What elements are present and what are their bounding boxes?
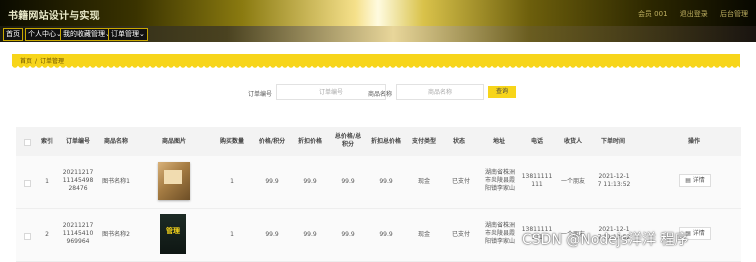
th-order-time: 下单时间 xyxy=(600,138,625,145)
logout-link[interactable]: 退出登录 xyxy=(680,10,708,18)
user-label[interactable]: 会员 001 xyxy=(638,10,668,18)
table-header: 索引 订单编号 商品名称 商品图片 购买数量 价格/积分 折扣价格 总价格/总积… xyxy=(16,127,741,156)
th-receiver: 收货人 xyxy=(563,138,582,145)
watermark-text: CSDN @Nodejs洋洋 程序 xyxy=(522,232,689,248)
nav-orders-label: 订单管理 xyxy=(111,30,139,38)
phone-line: 111 xyxy=(531,181,543,188)
product-name-input[interactable]: 商品名称 xyxy=(396,84,484,100)
nav-favorites[interactable]: 我的收藏管理⌄ xyxy=(60,28,114,41)
select-all-checkbox[interactable] xyxy=(24,139,31,146)
cell-address: 湖南省株洲 市炎陵县霞 阳镇李家山 xyxy=(480,169,520,193)
nav-personal-center[interactable]: 个人中心⌄ xyxy=(25,28,65,41)
th-quantity: 购买数量 xyxy=(219,138,244,145)
cell-product-name: 图书名称2 xyxy=(102,231,130,238)
order-no-line: 28476 xyxy=(68,185,88,192)
cell-total: 99.9 xyxy=(341,178,355,185)
cell-order-time: 2021-12-1 7 11:13:52 xyxy=(596,173,632,189)
order-no-line: 11145410 xyxy=(62,230,94,237)
th-discount-total: 折扣总价格 xyxy=(370,138,401,145)
document-icon: ▤ xyxy=(685,177,693,184)
cell-price: 99.9 xyxy=(265,178,279,185)
cell-discount-total: 99.9 xyxy=(379,178,393,185)
nav-home[interactable]: 首页 xyxy=(3,28,23,41)
site-title: 书籍网站设计与实现 xyxy=(8,11,100,22)
table-row: 1 20211217 11145498 28476 图书名称1 1 99.9 9… xyxy=(16,156,741,209)
address-line: 市炎陵县霞 xyxy=(484,230,515,237)
main-nav: 首页 个人中心⌄ 我的收藏管理⌄ 订单管理⌄ xyxy=(0,26,756,42)
address-line: 阳镇李家山 xyxy=(484,185,515,192)
detail-button-label: 详情 xyxy=(692,177,705,184)
admin-link[interactable]: 后台管理 xyxy=(720,10,748,18)
th-status: 状态 xyxy=(452,138,465,145)
cell-discount-price: 99.9 xyxy=(303,178,317,185)
cell-quantity: 1 xyxy=(230,178,234,185)
th-index: 索引 xyxy=(40,138,53,145)
cell-status: 已支付 xyxy=(451,231,470,238)
product-cover-image: 管理 xyxy=(160,214,186,254)
cell-payment-type: 现金 xyxy=(417,231,430,238)
detail-button-label: 详情 xyxy=(692,230,705,237)
cell-discount-price: 99.9 xyxy=(303,231,317,238)
th-order-no: 订单编号 xyxy=(65,138,90,145)
breadcrumb-home[interactable]: 首页 xyxy=(20,58,32,65)
time-line: 2021-12-1 xyxy=(598,173,630,180)
cell-status: 已支付 xyxy=(451,178,470,185)
cell-quantity: 1 xyxy=(230,231,234,238)
cell-discount-total: 99.9 xyxy=(379,231,393,238)
row-checkbox[interactable] xyxy=(24,233,31,240)
breadcrumb-separator: / xyxy=(35,58,38,65)
address-line: 市炎陵县霞 xyxy=(484,177,515,184)
cell-order-no: 20211217 11145498 28476 xyxy=(60,169,96,193)
product-name-label: 商品名称 xyxy=(368,91,393,98)
th-total: 总价格/总积分 xyxy=(334,133,362,148)
cell-address: 湖南省株洲 市炎陵县霞 阳镇李家山 xyxy=(480,222,520,246)
order-no-line: 11145498 xyxy=(62,177,94,184)
detail-button[interactable]: ▤ 详情 xyxy=(679,174,711,187)
address-line: 阳镇李家山 xyxy=(484,238,515,245)
top-links: 会员 001 退出登录 后台管理 xyxy=(628,9,748,19)
nav-orders[interactable]: 订单管理⌄ xyxy=(108,28,148,41)
phone-line: 13811111 xyxy=(521,173,553,180)
time-line: 7 11:13:52 xyxy=(597,181,631,188)
cell-receiver: 一个朋友 xyxy=(560,178,585,185)
th-payment-type: 支付类型 xyxy=(411,138,436,145)
th-price: 价格/积分 xyxy=(258,138,286,145)
cell-index: 1 xyxy=(45,178,49,185)
cell-index: 2 xyxy=(45,231,49,238)
order-no-line: 969964 xyxy=(66,238,90,245)
cell-payment-type: 现金 xyxy=(417,178,430,185)
breadcrumb-current: 订单管理 xyxy=(40,58,65,65)
query-button[interactable]: 查询 xyxy=(488,86,516,98)
nav-personal-center-label: 个人中心 xyxy=(28,30,56,38)
cell-order-no: 20211217 11145410 969964 xyxy=(60,222,96,246)
nav-favorites-label: 我的收藏管理 xyxy=(63,30,105,38)
product-cover-image xyxy=(158,162,190,200)
th-phone: 电话 xyxy=(530,138,543,145)
cell-product-name: 图书名称1 xyxy=(102,178,130,185)
cell-total: 99.9 xyxy=(341,231,355,238)
chevron-down-icon: ⌄ xyxy=(139,30,145,38)
content-area: 首页 / 订单管理 订单编号 订单编号 商品名称 商品名称 查询 索引 订单编号 商… xyxy=(0,42,756,262)
order-no-line: 20211217 xyxy=(62,222,94,229)
th-actions: 操作 xyxy=(687,138,700,145)
address-line: 湖南省株洲 xyxy=(484,222,515,229)
row-checkbox[interactable] xyxy=(24,180,31,187)
breadcrumb: 首页 / 订单管理 xyxy=(12,54,740,69)
th-product-image: 商品图片 xyxy=(161,138,186,145)
order-no-label: 订单编号 xyxy=(248,91,273,98)
address-line: 湖南省株洲 xyxy=(484,169,515,176)
cover-title: 管理 xyxy=(166,227,180,235)
th-discount-price: 折扣价格 xyxy=(297,138,322,145)
th-address: 地址 xyxy=(492,138,505,145)
th-product-name: 商品名称 xyxy=(103,138,128,145)
order-no-line: 20211217 xyxy=(62,169,94,176)
top-header: 书籍网站设计与实现 会员 001 退出登录 后台管理 xyxy=(0,0,756,26)
cell-phone: 13811111 111 xyxy=(521,173,553,189)
cell-price: 99.9 xyxy=(265,231,279,238)
